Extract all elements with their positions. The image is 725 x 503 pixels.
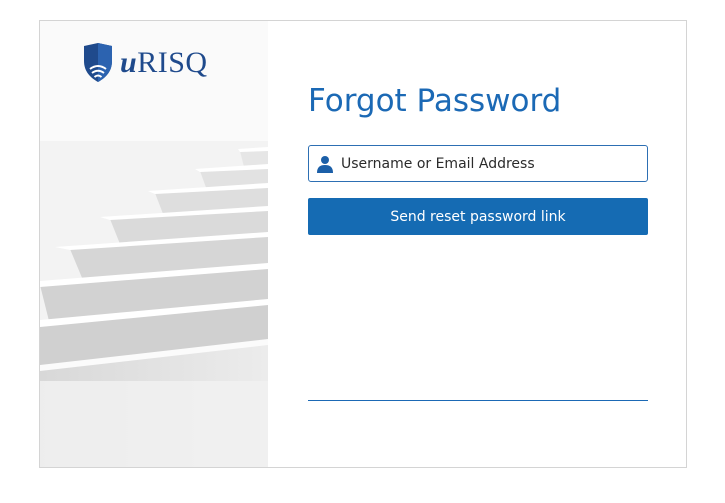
shield-icon — [84, 43, 112, 82]
architectural-stairs-image — [40, 21, 268, 467]
forgot-password-card: uRISQ Forgot Password Send reset passwor… — [39, 20, 687, 468]
divider — [308, 400, 648, 401]
forgot-password-form: Forgot Password Send reset password link — [308, 21, 648, 467]
brand-name-suffix: RISQ — [137, 46, 208, 79]
send-reset-link-button[interactable]: Send reset password link — [308, 198, 648, 235]
page-title: Forgot Password — [308, 83, 562, 119]
brand-logo: uRISQ — [80, 43, 208, 83]
username-email-input[interactable] — [341, 155, 641, 172]
brand-name-prefix: u — [120, 46, 138, 79]
user-icon — [317, 155, 333, 173]
brand-name: uRISQ — [120, 46, 208, 80]
side-image-panel: uRISQ — [40, 21, 268, 467]
username-email-field-wrapper[interactable] — [308, 145, 648, 182]
